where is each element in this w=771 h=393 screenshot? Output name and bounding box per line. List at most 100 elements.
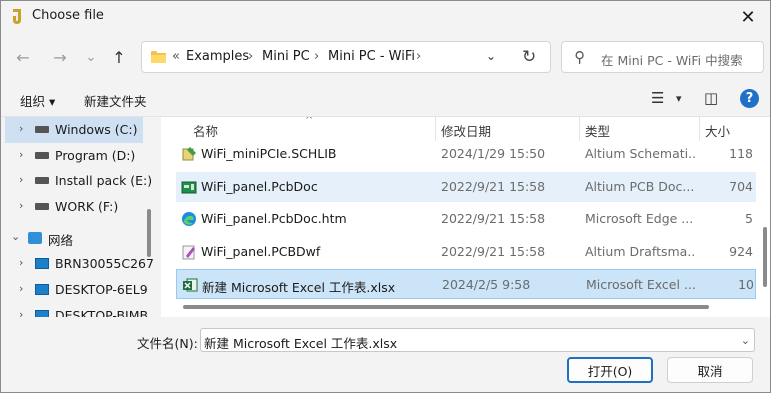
sidebar-item-label: Install pack (E:) [55, 173, 153, 188]
file-row[interactable]: 新建 Microsoft Excel 工作表.xlsx 2024/2/5 9:5… [176, 269, 756, 299]
chevron-right-icon[interactable]: › [19, 173, 23, 186]
chevron-right-icon[interactable]: › [19, 199, 23, 212]
sidebar-scrollbar[interactable] [147, 209, 151, 257]
cancel-button[interactable]: 取消 [667, 357, 753, 383]
file-name: WiFi_miniPCIe.SCHLIB [201, 146, 337, 161]
computer-icon [35, 310, 49, 317]
address-bar[interactable]: « Examples › Mini PC › Mini PC - WiFi › … [141, 41, 551, 73]
breadcrumb-item[interactable]: Examples [186, 49, 249, 64]
view-dropdown-icon[interactable]: ▾ [676, 92, 682, 105]
sidebar-item-label: BRN30055C267 [55, 256, 154, 271]
horizontal-scrollbar[interactable] [183, 305, 709, 309]
computer-icon [35, 258, 49, 269]
close-icon[interactable]: ✕ [726, 1, 770, 33]
vertical-scrollbar[interactable] [763, 227, 767, 287]
file-modified: 2024/2/5 9:58 [442, 277, 531, 292]
breadcrumb-item[interactable]: Mini PC [262, 49, 310, 64]
app-icon [13, 9, 21, 24]
file-name: WiFi_panel.PcbDoc.htm [201, 211, 347, 226]
dialog-footer: 文件名(N): 新建 Microsoft Excel 工作表.xlsx ⌄ 打开… [1, 317, 770, 392]
column-divider[interactable] [435, 117, 436, 141]
edge-icon [182, 212, 196, 226]
file-row[interactable]: WiFi_panel.PcbDoc 2022/9/21 15:58 Altium… [176, 172, 756, 202]
sidebar-item-work-f[interactable]: › WORK (F:) [5, 194, 143, 220]
drive-icon [35, 177, 49, 184]
computer-icon [35, 284, 49, 295]
sidebar-item-label: DESKTOP-6EL9 [55, 282, 148, 297]
sidebar-item-network[interactable]: ⌄ 网络 [1, 225, 139, 251]
help-icon[interactable]: ? [740, 89, 759, 108]
view-list-icon[interactable]: ☰ [651, 89, 664, 107]
search-input[interactable]: ⚲ 在 Mini PC - WiFi 中搜索 [561, 41, 764, 73]
file-type: Microsoft Excel ... [586, 277, 696, 292]
file-row[interactable]: WiFi_miniPCIe.SCHLIB 2024/1/29 15:50 Alt… [176, 139, 756, 169]
recent-locations-chevron-icon[interactable]: ⌄ [79, 45, 103, 69]
column-header-row: ^ 名称 修改日期 类型 大小 [161, 117, 770, 141]
folder-icon [151, 51, 166, 63]
sidebar-item-computer[interactable]: › DESKTOP-BIMB [5, 303, 148, 317]
file-modified: 2022/9/21 15:58 [441, 179, 546, 194]
forward-arrow-icon[interactable]: → [48, 45, 72, 69]
file-name: WiFi_panel.PcbDoc [201, 179, 318, 194]
draftsman-icon [182, 245, 195, 260]
breadcrumb-overflow-icon[interactable]: « [172, 49, 180, 64]
sidebar-item-label: Program (D:) [55, 148, 136, 163]
navigation-bar: ← → ⌄ ↑ « Examples › Mini PC › Mini PC -… [1, 35, 770, 79]
file-name: 新建 Microsoft Excel 工作表.xlsx [202, 280, 396, 295]
column-header-modified[interactable]: 修改日期 [441, 121, 491, 140]
filename-label: 文件名(N): [137, 336, 198, 351]
sidebar-item-computer[interactable]: › BRN30055C267 [5, 251, 154, 277]
up-arrow-icon[interactable]: ↑ [107, 45, 131, 69]
file-size: 924 [729, 244, 753, 259]
sidebar-item-computer[interactable]: › DESKTOP-6EL9 [5, 277, 148, 303]
back-arrow-icon[interactable]: ← [11, 45, 35, 69]
breadcrumb-separator-icon[interactable]: › [416, 49, 421, 64]
sidebar-item-windows-c[interactable]: › Windows (C:) [5, 117, 143, 143]
sidebar-item-label: Windows (C:) [55, 122, 138, 137]
chevron-right-icon[interactable]: › [19, 256, 23, 269]
column-divider[interactable] [579, 117, 580, 141]
file-type: Altium PCB Doc... [585, 179, 695, 194]
filename-dropdown-icon[interactable]: ⌄ [741, 334, 750, 347]
address-dropdown-icon[interactable]: ⌄ [486, 49, 496, 63]
file-list: ^ 名称 修改日期 类型 大小 WiFi_miniPCIe.SCHLIB 202… [161, 117, 770, 317]
chevron-right-icon[interactable]: › [19, 122, 23, 135]
sidebar-item-install-pack-e[interactable]: › Install pack (E:) [5, 168, 152, 194]
drive-icon [35, 126, 49, 133]
file-type: Altium Draftsma... [585, 244, 695, 259]
sidebar-item-program-d[interactable]: › Program (D:) [5, 143, 143, 169]
breadcrumb-separator-icon[interactable]: › [248, 49, 253, 64]
breadcrumb-separator-icon[interactable]: › [314, 49, 319, 64]
preview-pane-icon[interactable]: ◫ [704, 89, 718, 107]
file-row[interactable]: WiFi_panel.PCBDwf 2022/9/21 15:58 Altium… [176, 237, 756, 267]
sort-ascending-icon: ^ [305, 117, 314, 126]
refresh-icon[interactable]: ↻ [522, 47, 536, 67]
open-button[interactable]: 打开(O) [567, 357, 653, 383]
chevron-right-icon[interactable]: › [19, 148, 23, 161]
organize-menu-button[interactable]: 组织 ▾ [20, 91, 55, 110]
new-folder-button[interactable]: 新建文件夹 [84, 91, 147, 110]
column-header-size[interactable]: 大小 [705, 121, 730, 140]
command-toolbar: 组织 ▾ 新建文件夹 ☰ ▾ ◫ ? [1, 83, 770, 117]
chevron-right-icon[interactable]: › [19, 308, 23, 317]
breadcrumb-item[interactable]: Mini PC - WiFi [328, 49, 415, 64]
search-placeholder: 在 Mini PC - WiFi 中搜索 [601, 53, 743, 68]
chevron-down-icon[interactable]: ⌄ [11, 230, 20, 243]
file-name: WiFi_panel.PCBDwf [201, 244, 321, 259]
chevron-right-icon[interactable]: › [19, 282, 23, 295]
filename-input[interactable]: 新建 Microsoft Excel 工作表.xlsx ⌄ [200, 328, 755, 352]
window-title: Choose file [32, 8, 104, 23]
file-row[interactable]: WiFi_panel.PcbDoc.htm 2022/9/21 15:58 Mi… [176, 204, 756, 234]
file-size: 704 [729, 179, 753, 194]
schematic-lib-icon [182, 147, 196, 161]
navigation-pane: › Windows (C:) › Program (D:) › Install … [1, 117, 159, 317]
title-bar: Choose file ✕ [1, 1, 770, 33]
filename-value: 新建 Microsoft Excel 工作表.xlsx [204, 336, 398, 351]
network-icon [28, 232, 42, 244]
drive-icon [35, 203, 49, 210]
column-divider[interactable] [699, 117, 700, 141]
column-header-type[interactable]: 类型 [585, 121, 610, 140]
column-header-name[interactable]: 名称 [193, 121, 218, 140]
sidebar-item-label: DESKTOP-BIMB [55, 308, 149, 317]
file-modified: 2022/9/21 15:58 [441, 244, 546, 259]
